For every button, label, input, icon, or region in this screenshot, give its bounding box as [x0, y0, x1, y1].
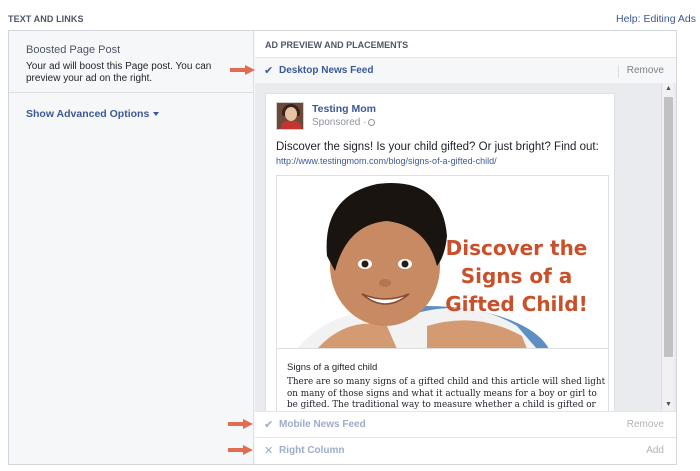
- boosted-post-description: Your ad will boost this Page post. You c…: [26, 61, 212, 84]
- top-bar: TEXT AND LINKS Help: Editing Ads: [8, 12, 698, 28]
- sponsored-text: Sponsored ·: [312, 117, 367, 128]
- check-icon: ✔: [264, 65, 274, 77]
- annotation-arrow-icon: [230, 65, 256, 75]
- preview-title: AD PREVIEW AND PLACEMENTS: [265, 40, 409, 50]
- ad-image-headline: Discover the Signs of a Gifted Child!: [445, 236, 588, 316]
- link-attachment[interactable]: Discover the Signs of a Gifted Child! Si…: [276, 175, 609, 411]
- ad-preview-card: Testing Mom Sponsored · Discover the sig…: [265, 93, 615, 411]
- right-column: AD PREVIEW AND PLACEMENTS ✔ Desktop News…: [255, 31, 676, 464]
- ad-editor-panel: Boosted Page Post Your ad will boost thi…: [8, 30, 677, 465]
- sponsored-label: Sponsored ·: [312, 117, 376, 128]
- annotation-arrow-icon: [228, 419, 254, 429]
- boosted-post-section: Boosted Page Post Your ad will boost thi…: [9, 31, 253, 93]
- post-text: Discover the signs! Is your child gifted…: [276, 141, 599, 153]
- left-column: Boosted Page Post Your ad will boost thi…: [9, 31, 254, 464]
- section-title: TEXT AND LINKS: [8, 14, 84, 24]
- placement-right-column[interactable]: ✕ Right Column Add: [255, 437, 676, 464]
- ad-caption: Signs of a gifted child: [287, 362, 378, 373]
- post-link[interactable]: http://www.testingmom.com/blog/signs-of-…: [276, 156, 497, 166]
- placement-label: Right Column: [279, 445, 345, 456]
- placement-label: Desktop News Feed: [279, 65, 374, 76]
- ad-image[interactable]: Discover the Signs of a Gifted Child!: [277, 176, 608, 349]
- page-name-link[interactable]: Testing Mom: [312, 103, 376, 115]
- remove-desktop-button[interactable]: Remove: [617, 65, 664, 78]
- scroll-thumb[interactable]: [664, 97, 673, 357]
- help-editing-ads-link[interactable]: Help: Editing Ads: [616, 13, 696, 25]
- advanced-options-label: Show Advanced Options: [26, 108, 150, 120]
- globe-icon: [368, 118, 376, 126]
- add-right-column-button[interactable]: Add: [638, 445, 664, 458]
- check-icon: ✔: [264, 419, 274, 431]
- show-advanced-options-link[interactable]: Show Advanced Options: [26, 108, 160, 120]
- caret-down-icon: [153, 112, 160, 117]
- ad-body-text: There are so many signs of a gifted chil…: [287, 377, 606, 410]
- boosted-post-heading: Boosted Page Post: [26, 44, 121, 56]
- placement-label: Mobile News Feed: [279, 419, 366, 430]
- scroll-up-icon[interactable]: ▲: [662, 83, 675, 95]
- scroll-down-icon[interactable]: ▼: [662, 399, 675, 411]
- remove-mobile-button[interactable]: Remove: [619, 419, 664, 432]
- placement-mobile-news-feed[interactable]: ✔ Mobile News Feed Remove: [255, 411, 676, 437]
- ad-preview-area: Testing Mom Sponsored · Discover the sig…: [255, 83, 676, 411]
- page-avatar: [276, 102, 304, 130]
- x-icon: ✕: [264, 445, 274, 457]
- preview-scrollbar[interactable]: ▲ ▼: [661, 83, 674, 411]
- placement-desktop-news-feed[interactable]: ✔ Desktop News Feed Remove: [255, 57, 676, 83]
- annotation-arrow-icon: [228, 445, 254, 455]
